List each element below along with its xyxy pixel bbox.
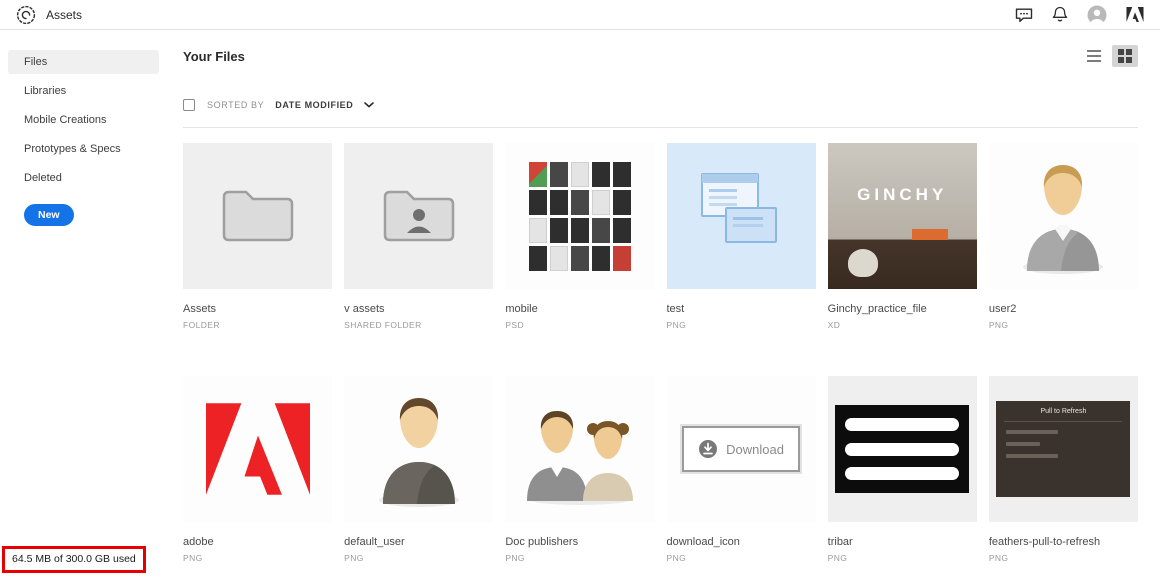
list-view-button[interactable] bbox=[1081, 45, 1107, 67]
shared-folder-icon bbox=[383, 190, 454, 242]
file-name: download_icon bbox=[666, 536, 740, 548]
sort-value-label: DATE MODIFIED bbox=[275, 100, 354, 110]
file-name: tribar bbox=[827, 536, 853, 548]
file-card-adobe[interactable]: adobe PNG bbox=[183, 376, 333, 563]
file-card-test[interactable]: test PNG bbox=[666, 143, 816, 330]
file-card-feathers[interactable]: Pull to Refresh feathers-pull-to-refresh… bbox=[988, 376, 1138, 563]
main-header: Your Files bbox=[183, 45, 1138, 67]
file-type: PNG bbox=[988, 320, 1009, 330]
file-name: v assets bbox=[344, 303, 385, 315]
file-name: test bbox=[666, 303, 685, 315]
browser-window-sketch bbox=[724, 207, 777, 243]
topbar-right bbox=[1015, 5, 1144, 25]
file-name: Doc publishers bbox=[505, 536, 579, 548]
download-label: Download bbox=[726, 441, 784, 457]
grid-view-icon bbox=[1118, 49, 1132, 63]
sidebar-item-prototypes-specs[interactable]: Prototypes & Specs bbox=[8, 137, 159, 161]
file-type: PNG bbox=[344, 553, 364, 563]
sidebar-item-libraries[interactable]: Libraries bbox=[8, 79, 159, 103]
adobe-logo-thumbnail bbox=[183, 376, 333, 522]
sidebar-item-files[interactable]: Files bbox=[8, 50, 159, 74]
xd-photo-thumbnail: GINCHY bbox=[827, 143, 977, 289]
avatars-pair-thumbnail bbox=[505, 376, 655, 522]
files-grid: Assets FOLDER v assets SHARED FOLDER mob… bbox=[183, 143, 1138, 563]
file-type: PNG bbox=[988, 553, 1009, 563]
sidebar-item-mobile-creations[interactable]: Mobile Creations bbox=[8, 108, 159, 132]
page-title: Your Files bbox=[183, 48, 245, 64]
pull-to-refresh-title: Pull to Refresh bbox=[1040, 408, 1087, 415]
download-button-image: Download bbox=[682, 426, 801, 472]
notifications-bell-icon[interactable] bbox=[1052, 6, 1068, 23]
file-card-tribar[interactable]: tribar PNG bbox=[827, 376, 977, 563]
sidebar: Files Libraries Mobile Creations Prototy… bbox=[0, 30, 167, 584]
file-card-ginchy[interactable]: GINCHY Ginchy_practice_file XD bbox=[827, 143, 977, 330]
sorted-by-label: SORTED BY bbox=[207, 100, 265, 110]
creative-cloud-assets-app: Assets Files Libraries Mobile Creations … bbox=[0, 0, 1160, 584]
file-name: default_user bbox=[344, 536, 405, 548]
avatar-thumbnail bbox=[344, 376, 494, 522]
sidebar-item-deleted[interactable]: Deleted bbox=[8, 166, 159, 190]
file-name: user2 bbox=[988, 303, 1017, 315]
divider bbox=[183, 127, 1138, 128]
download-arrow-icon bbox=[699, 440, 718, 458]
file-type: PNG bbox=[505, 553, 525, 563]
file-type: PSD bbox=[505, 320, 525, 330]
file-card-assets[interactable]: Assets FOLDER bbox=[183, 143, 333, 330]
storage-usage-annotation: 64.5 MB of 300.0 GB used bbox=[2, 546, 146, 573]
file-type: PNG bbox=[183, 553, 203, 563]
tribar-thumbnail bbox=[827, 376, 977, 522]
two-people-image bbox=[526, 411, 633, 505]
account-avatar-icon[interactable] bbox=[1087, 5, 1107, 25]
file-type: SHARED FOLDER bbox=[344, 320, 422, 330]
select-all-checkbox[interactable] bbox=[183, 99, 195, 111]
sort-row: SORTED BY DATE MODIFIED bbox=[183, 98, 1138, 112]
psd-thumbnail bbox=[505, 143, 655, 289]
adobe-logo-image bbox=[205, 403, 310, 495]
file-card-download-icon[interactable]: Download download_icon PNG bbox=[666, 376, 816, 563]
file-name: Ginchy_practice_file bbox=[827, 303, 927, 315]
file-name: mobile bbox=[505, 303, 538, 315]
file-card-user2[interactable]: user2 PNG bbox=[988, 143, 1138, 330]
topbar-left: Assets bbox=[16, 5, 82, 25]
file-name: Assets bbox=[183, 303, 217, 315]
main-content: Your Files SORTED BY DATE MODIFIED Asset… bbox=[167, 30, 1160, 584]
download-thumbnail: Download bbox=[666, 376, 816, 522]
topbar: Assets bbox=[0, 0, 1160, 30]
file-type: XD bbox=[827, 320, 841, 330]
pull-to-refresh-image: Pull to Refresh bbox=[996, 401, 1131, 497]
mannequin-shape bbox=[847, 249, 878, 277]
wireframe-thumbnail bbox=[666, 143, 816, 289]
app-title: Assets bbox=[46, 7, 83, 22]
feedback-bubble-icon[interactable] bbox=[1015, 7, 1033, 23]
ginchy-title-text: GINCHY bbox=[857, 185, 948, 204]
file-type: PNG bbox=[827, 553, 848, 563]
file-card-doc-publishers[interactable]: Doc publishers PNG bbox=[505, 376, 655, 563]
view-toggles bbox=[1081, 45, 1138, 67]
hamburger-bars-image bbox=[835, 405, 970, 493]
new-button[interactable]: New bbox=[24, 204, 74, 226]
file-name: adobe bbox=[183, 536, 214, 548]
creative-cloud-logo-icon[interactable] bbox=[16, 5, 36, 25]
file-type: FOLDER bbox=[183, 320, 220, 330]
avatar-thumbnail bbox=[988, 143, 1138, 289]
adobe-logo-icon[interactable] bbox=[1126, 7, 1144, 22]
file-type: PNG bbox=[666, 320, 687, 330]
file-type: PNG bbox=[666, 553, 687, 563]
avatar-user2-image bbox=[1023, 165, 1104, 274]
orange-tag bbox=[911, 229, 948, 240]
chevron-down-icon bbox=[364, 102, 375, 108]
mobile-screens-image bbox=[528, 161, 631, 271]
file-card-default-user[interactable]: default_user PNG bbox=[344, 376, 494, 563]
avatar-default-user-image bbox=[378, 398, 459, 507]
file-card-mobile[interactable]: mobile PSD bbox=[505, 143, 655, 330]
shared-folder-thumbnail bbox=[344, 143, 494, 289]
sort-dropdown[interactable]: DATE MODIFIED bbox=[275, 100, 375, 110]
file-card-v-assets[interactable]: v assets SHARED FOLDER bbox=[344, 143, 494, 330]
folder-thumbnail bbox=[183, 143, 333, 289]
folder-icon bbox=[222, 190, 293, 242]
grid-view-button[interactable] bbox=[1112, 45, 1138, 67]
file-name: feathers-pull-to-refresh bbox=[988, 536, 1101, 548]
dark-ui-thumbnail: Pull to Refresh bbox=[988, 376, 1138, 522]
list-view-icon bbox=[1087, 50, 1101, 62]
